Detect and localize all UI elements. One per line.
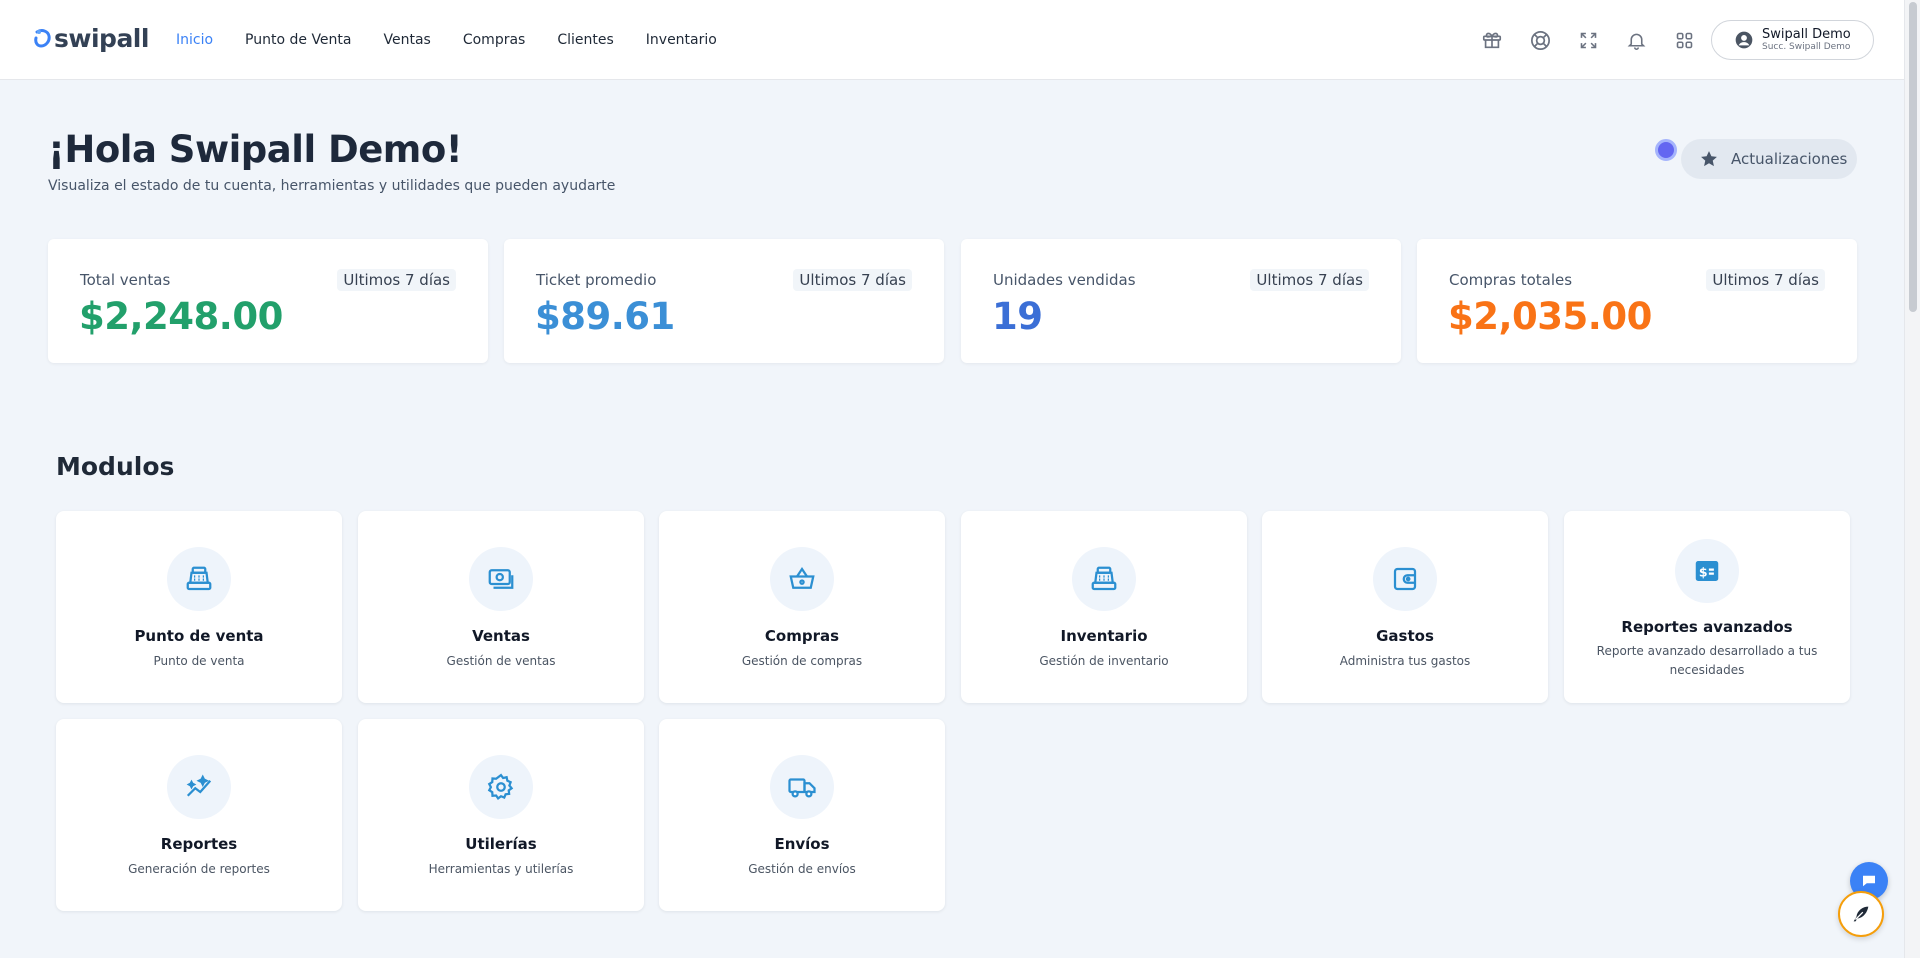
nav-inicio[interactable]: Inicio	[176, 32, 213, 48]
feather-icon	[1853, 906, 1869, 922]
module-name: Punto de venta	[134, 627, 264, 645]
nav-punto-de-venta[interactable]: Punto de Venta	[245, 32, 351, 48]
stat-period-badge: Ultimos 7 días	[1250, 269, 1369, 291]
stat-card-ticket-promedio: Ticket promedio Ultimos 7 días $89.61	[504, 239, 944, 363]
module-description: Administra tus gastos	[1339, 654, 1471, 668]
updates-notification-dot	[1655, 139, 1677, 161]
gift-icon[interactable]	[1476, 24, 1508, 56]
stat-period-badge: Ultimos 7 días	[1706, 269, 1825, 291]
cash-register-icon	[167, 547, 231, 611]
header-actions	[1476, 24, 1716, 56]
user-branch: Succ. Swipall Demo	[1762, 42, 1851, 52]
assistant-button[interactable]	[1838, 891, 1884, 937]
module-card-reportes[interactable]: Reportes Generación de reportes	[56, 719, 342, 911]
user-menu-button[interactable]: Swipall Demo Succ. Swipall Demo	[1711, 20, 1874, 60]
module-card-gastos[interactable]: Gastos Administra tus gastos	[1262, 511, 1548, 703]
modules-section-title: Modulos	[56, 452, 175, 481]
stat-card-unidades-vendidas: Unidades vendidas Ultimos 7 días 19	[961, 239, 1401, 363]
module-description: Gestión de compras	[741, 654, 863, 668]
updates-button[interactable]: Actualizaciones	[1681, 139, 1857, 179]
module-name: Envíos	[774, 835, 830, 853]
top-navbar: swipall Inicio Punto de Venta Ventas Com…	[0, 0, 1904, 80]
nav-ventas[interactable]: Ventas	[384, 32, 431, 48]
basket-icon	[770, 547, 834, 611]
module-card-inventario[interactable]: Inventario Gestión de inventario	[961, 511, 1247, 703]
cash-register-icon	[1072, 547, 1136, 611]
stat-card-compras-totales: Compras totales Ultimos 7 días $2,035.00	[1417, 239, 1857, 363]
module-name: Reportes avanzados	[1621, 618, 1793, 636]
updates-button-label: Actualizaciones	[1731, 150, 1848, 168]
module-description: Punto de venta	[153, 654, 245, 668]
fullscreen-icon[interactable]	[1572, 24, 1604, 56]
user-name: Swipall Demo	[1762, 27, 1851, 42]
user-avatar-icon	[1735, 31, 1753, 49]
main-nav: Inicio Punto de Venta Ventas Compras Cli…	[176, 0, 749, 80]
logo-text: swipall	[54, 23, 149, 53]
module-description: Gestión de envíos	[748, 862, 856, 876]
module-name: Ventas	[472, 627, 530, 645]
logo-mark-icon	[34, 29, 51, 48]
stat-label: Unidades vendidas	[993, 271, 1136, 289]
lifebuoy-icon[interactable]	[1524, 24, 1556, 56]
module-description: Generación de reportes	[128, 862, 270, 876]
stat-period-badge: Ultimos 7 días	[337, 269, 456, 291]
stat-label: Compras totales	[1449, 271, 1573, 289]
module-name: Compras	[764, 627, 840, 645]
stat-label: Total ventas	[80, 271, 171, 289]
stat-value: 19	[992, 295, 1043, 338]
page-subtitle: Visualiza el estado de tu cuenta, herram…	[48, 178, 616, 194]
stat-label: Ticket promedio	[536, 271, 657, 289]
scrollbar-thumb[interactable]	[1909, 2, 1917, 312]
module-card-compras[interactable]: Compras Gestión de compras	[659, 511, 945, 703]
module-card-reportes-avanzados[interactable]: $ Reportes avanzados Reporte avanzado de…	[1564, 511, 1850, 703]
dollar-report-icon: $	[1675, 539, 1739, 603]
wallet-icon	[1373, 547, 1437, 611]
stat-card-total-ventas: Total ventas Ultimos 7 días $2,248.00	[48, 239, 488, 363]
nav-compras[interactable]: Compras	[463, 32, 526, 48]
module-card-utilerias[interactable]: Utilerías Herramientas y utilerías	[358, 719, 644, 911]
truck-icon	[770, 755, 834, 819]
page-title: ¡Hola Swipall Demo!	[48, 128, 463, 171]
module-name: Utilerías	[465, 835, 537, 853]
module-description: Gestión de ventas	[446, 654, 556, 668]
stat-value: $2,248.00	[79, 295, 283, 338]
star-icon	[1701, 151, 1717, 167]
module-name: Gastos	[1376, 627, 1434, 645]
nav-inventario[interactable]: Inventario	[646, 32, 717, 48]
module-card-envios[interactable]: Envíos Gestión de envíos	[659, 719, 945, 911]
money-bill-icon	[469, 547, 533, 611]
nav-clientes[interactable]: Clientes	[557, 32, 613, 48]
module-name: Inventario	[1060, 627, 1148, 645]
apps-grid-icon[interactable]	[1668, 24, 1700, 56]
chat-bubble-icon	[1863, 875, 1875, 887]
bell-icon[interactable]	[1620, 24, 1652, 56]
module-description: Reporte avanzado desarrollado a tus nece…	[1596, 644, 1818, 677]
module-card-punto-de-venta[interactable]: Punto de venta Punto de venta	[56, 511, 342, 703]
stat-period-badge: Ultimos 7 días	[793, 269, 912, 291]
module-name: Reportes	[160, 835, 238, 853]
module-description: Gestión de inventario	[1039, 654, 1169, 668]
trend-chart-icon	[167, 755, 231, 819]
stat-value: $89.61	[535, 295, 675, 338]
module-card-ventas[interactable]: Ventas Gestión de ventas	[358, 511, 644, 703]
module-description: Herramientas y utilerías	[428, 862, 574, 876]
swipall-logo[interactable]: swipall	[34, 23, 149, 53]
stat-value: $2,035.00	[1448, 295, 1652, 338]
page-scrollbar[interactable]	[1904, 0, 1920, 958]
svg-text:$: $	[1699, 565, 1708, 580]
gear-icon	[469, 755, 533, 819]
